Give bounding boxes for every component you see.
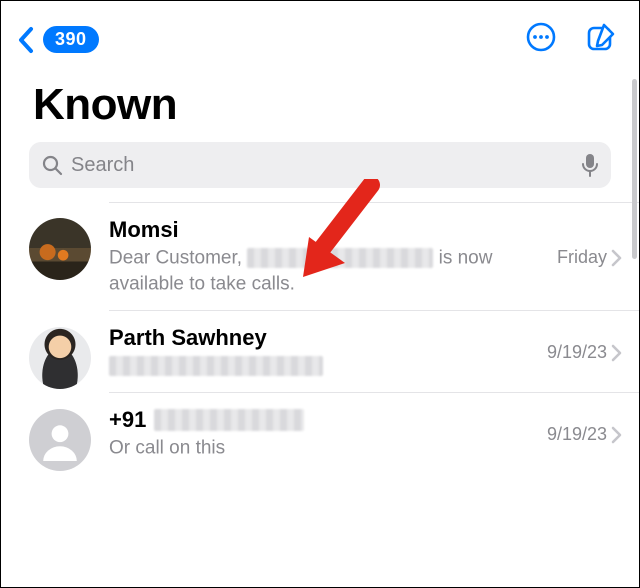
conversation-row[interactable]: +91 Or call on this 9/19/23	[29, 393, 639, 475]
more-icon	[525, 21, 557, 53]
more-button[interactable]	[525, 21, 557, 58]
unread-badge: 390	[43, 26, 99, 53]
avatar	[29, 218, 91, 280]
timestamp: 9/19/23	[547, 424, 607, 445]
timestamp: 9/19/23	[547, 342, 607, 363]
conversation-list: Momsi Dear Customer, is now available to…	[1, 202, 639, 475]
search-field[interactable]	[29, 142, 611, 188]
page-title: Known	[1, 68, 639, 142]
conversation-row[interactable]: Parth Sawhney 9/19/23	[29, 311, 639, 393]
scrollbar[interactable]	[632, 79, 637, 259]
message-preview: Or call on this	[109, 435, 547, 461]
search-icon	[41, 154, 63, 176]
timestamp: Friday	[557, 247, 607, 268]
compose-icon	[585, 21, 617, 53]
compose-button[interactable]	[585, 21, 617, 58]
avatar	[29, 409, 91, 471]
contact-name: Momsi	[109, 217, 557, 243]
search-input[interactable]	[71, 154, 573, 177]
contact-name: +91	[109, 407, 547, 433]
chevron-right-icon	[611, 426, 623, 444]
avatar	[29, 327, 91, 389]
message-preview	[109, 353, 547, 378]
person-icon	[39, 419, 81, 461]
message-preview: Dear Customer, is now available to take …	[109, 245, 557, 296]
chevron-left-icon	[17, 26, 37, 54]
conversation-row[interactable]: Momsi Dear Customer, is now available to…	[29, 202, 639, 311]
chevron-right-icon	[611, 249, 623, 267]
back-button[interactable]: 390	[17, 26, 99, 54]
contact-name: Parth Sawhney	[109, 325, 547, 351]
dictation-icon[interactable]	[581, 152, 599, 178]
chevron-right-icon	[611, 344, 623, 362]
